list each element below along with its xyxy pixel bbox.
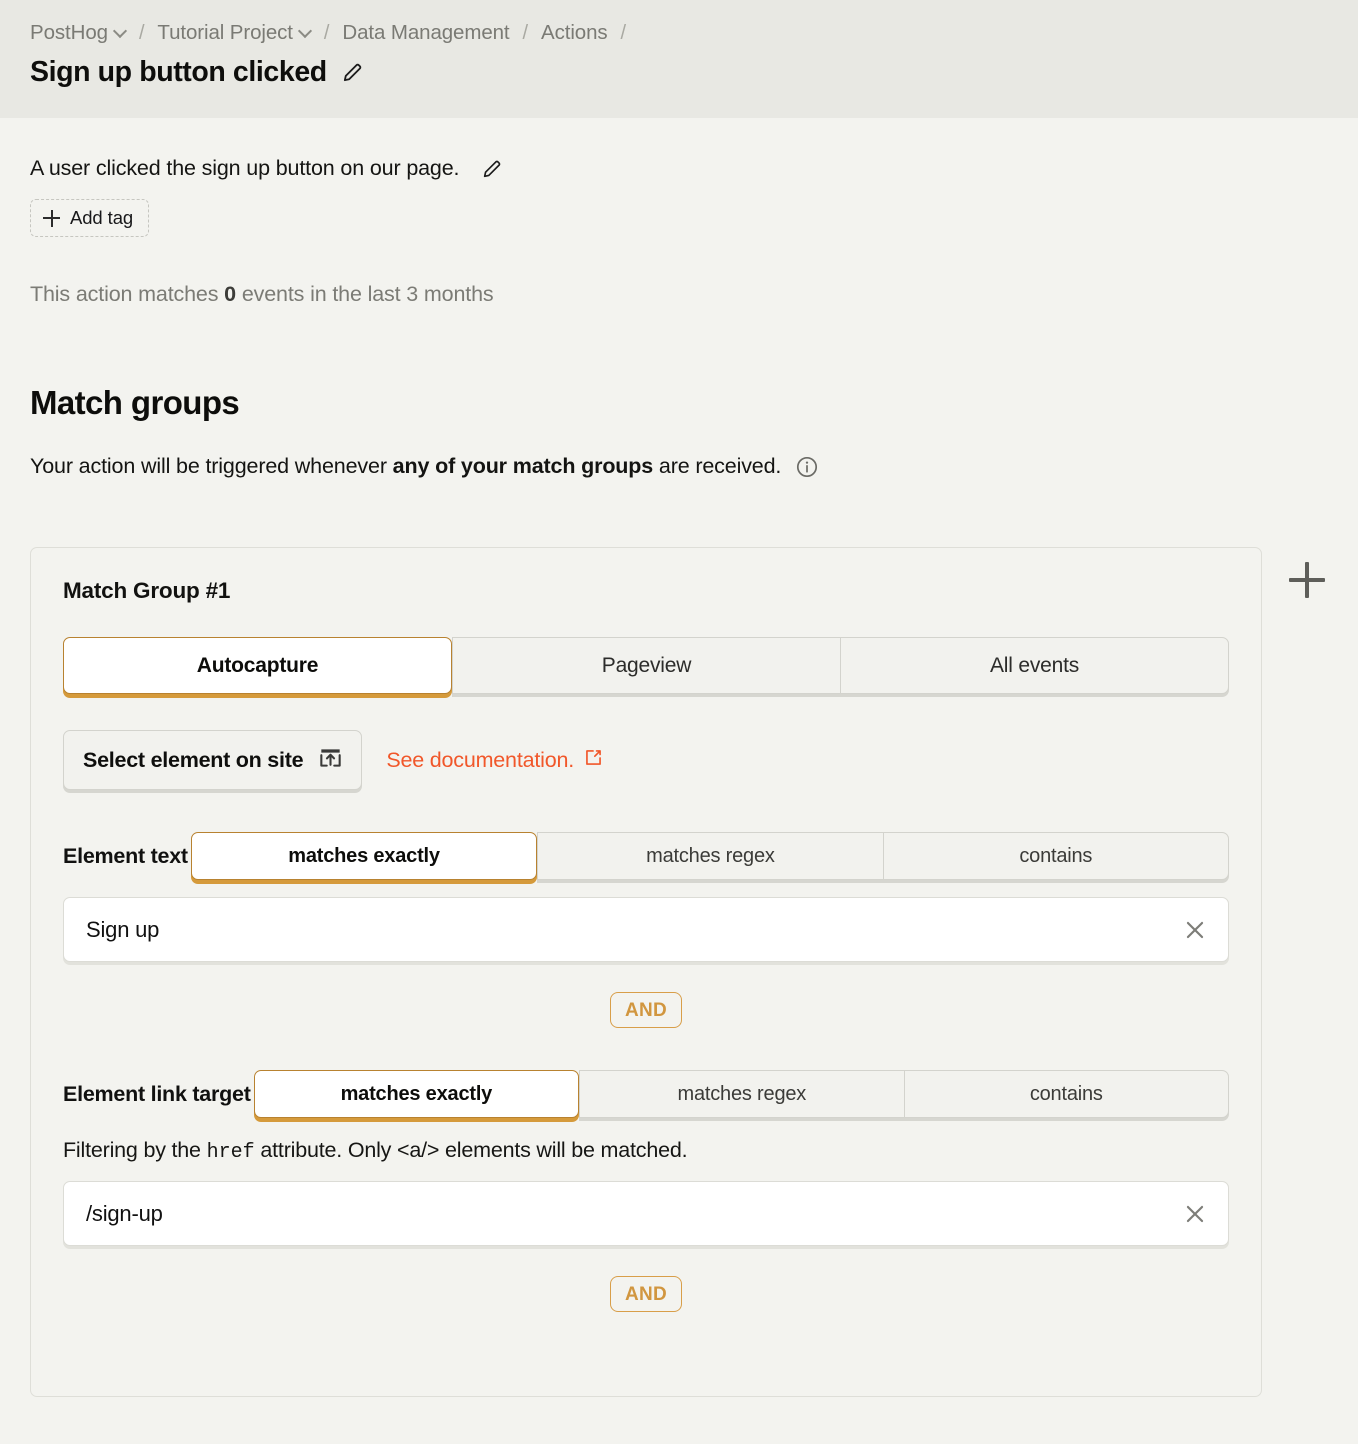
chevron-down-icon xyxy=(300,26,311,37)
match-stats-suffix: events in the last 3 months xyxy=(241,282,494,306)
select-element-icon xyxy=(318,745,343,776)
doc-link-label: See documentation. xyxy=(386,747,574,772)
add-match-group-button[interactable] xyxy=(1286,559,1328,601)
close-icon[interactable] xyxy=(1178,1197,1212,1231)
and-badge[interactable]: AND xyxy=(609,992,683,1028)
breadcrumb-separator: / xyxy=(138,21,145,44)
select-element-label: Select element on site xyxy=(83,748,304,772)
filter-label-element-link-target: Element link target xyxy=(63,1081,251,1106)
subtitle-suffix: are received. xyxy=(658,454,782,478)
element-link-target-input[interactable] xyxy=(86,1200,1178,1227)
chevron-down-icon xyxy=(115,26,126,37)
and-badge[interactable]: AND xyxy=(609,1276,683,1312)
element-text-input[interactable] xyxy=(86,916,1178,943)
plus-icon xyxy=(43,209,60,227)
filter-label-element-text: Element text xyxy=(63,843,188,868)
pencil-icon[interactable] xyxy=(481,158,503,180)
filter-element-link-target-header: Element link target matches exactly matc… xyxy=(63,1070,1230,1118)
action-description: A user clicked the sign up button on our… xyxy=(30,156,460,180)
match-group-title: Match Group #1 xyxy=(63,578,231,603)
operator-tabs-element-link-target: matches exactly matches regex contains xyxy=(253,1070,1230,1118)
operator-matches-regex[interactable]: matches regex xyxy=(537,832,883,880)
close-icon[interactable] xyxy=(1178,913,1212,947)
match-group-card: Match Group #1 Autocapture Pageview All … xyxy=(30,547,1262,1397)
breadcrumb-label: Actions xyxy=(541,21,608,44)
tab-autocapture[interactable]: Autocapture xyxy=(63,637,452,694)
page-title-row: Sign up button clicked xyxy=(30,56,1328,89)
breadcrumb-item-actions[interactable]: Actions xyxy=(541,21,608,45)
breadcrumb-label: PostHog xyxy=(30,21,108,44)
breadcrumb-label: Data Management xyxy=(342,21,510,44)
tab-all-events[interactable]: All events xyxy=(840,637,1229,694)
match-groups-subtitle: Your action will be triggered whenever a… xyxy=(30,454,1328,479)
breadcrumb-label: Tutorial Project xyxy=(157,21,293,44)
add-tag-button[interactable]: Add tag xyxy=(30,199,150,237)
see-documentation-link[interactable]: See documentation. xyxy=(386,747,604,774)
event-type-tabs: Autocapture Pageview All events xyxy=(63,637,1229,694)
match-group-card-wrapper: Match Group #1 Autocapture Pageview All … xyxy=(30,547,1328,1397)
tab-pageview[interactable]: Pageview xyxy=(452,637,840,694)
match-stats-count: 0 xyxy=(224,282,236,306)
filter-element-text-header: Element text matches exactly matches reg… xyxy=(63,832,1229,880)
and-row: AND xyxy=(63,1276,1229,1312)
breadcrumb-separator-trailing: / xyxy=(620,21,627,44)
match-stats-prefix: This action matches xyxy=(30,282,219,306)
breadcrumb-item-tutorial-project[interactable]: Tutorial Project xyxy=(157,21,311,45)
operator-contains[interactable]: contains xyxy=(882,832,1229,880)
page-title: Sign up button clicked xyxy=(30,56,327,88)
hint-code: href xyxy=(206,1141,255,1164)
operator-matches-regex[interactable]: matches regex xyxy=(579,1070,904,1118)
subtitle-prefix: Your action will be triggered whenever xyxy=(30,454,387,478)
element-text-field[interactable] xyxy=(63,897,1229,962)
subtitle-bold: any of your match groups xyxy=(392,454,654,478)
hint-prefix: Filtering by the xyxy=(63,1138,201,1162)
breadcrumb: PostHog / Tutorial Project / Data Manage… xyxy=(30,18,1328,48)
external-link-icon xyxy=(583,747,604,774)
operator-matches-exactly[interactable]: matches exactly xyxy=(253,1070,580,1118)
section-title-match-groups: Match groups xyxy=(30,384,240,421)
action-description-row: A user clicked the sign up button on our… xyxy=(30,156,1328,181)
element-link-target-field[interactable] xyxy=(63,1181,1229,1246)
element-link-target-hint: Filtering by the href attribute. Only <a… xyxy=(63,1138,1229,1164)
pencil-icon[interactable] xyxy=(341,61,364,84)
hint-suffix: attribute. Only <a/> elements will be ma… xyxy=(260,1138,688,1162)
main-content: A user clicked the sign up button on our… xyxy=(0,156,1358,1397)
and-row: AND xyxy=(63,992,1229,1028)
top-bar: PostHog / Tutorial Project / Data Manage… xyxy=(0,0,1358,118)
breadcrumb-item-data-management[interactable]: Data Management xyxy=(342,21,509,45)
match-stats: This action matches 0 events in the last… xyxy=(30,282,1328,307)
breadcrumb-separator: / xyxy=(522,21,529,44)
operator-tabs-element-text: matches exactly matches regex contains xyxy=(190,832,1229,880)
operator-matches-exactly[interactable]: matches exactly xyxy=(190,832,538,880)
select-element-on-site-button[interactable]: Select element on site xyxy=(63,730,363,790)
breadcrumb-item-posthog[interactable]: PostHog xyxy=(30,21,126,45)
operator-contains[interactable]: contains xyxy=(903,1070,1230,1118)
info-icon[interactable] xyxy=(795,455,819,479)
add-tag-label: Add tag xyxy=(70,207,134,228)
breadcrumb-separator: / xyxy=(323,21,330,44)
select-element-row: Select element on site See documentation… xyxy=(63,730,1229,790)
